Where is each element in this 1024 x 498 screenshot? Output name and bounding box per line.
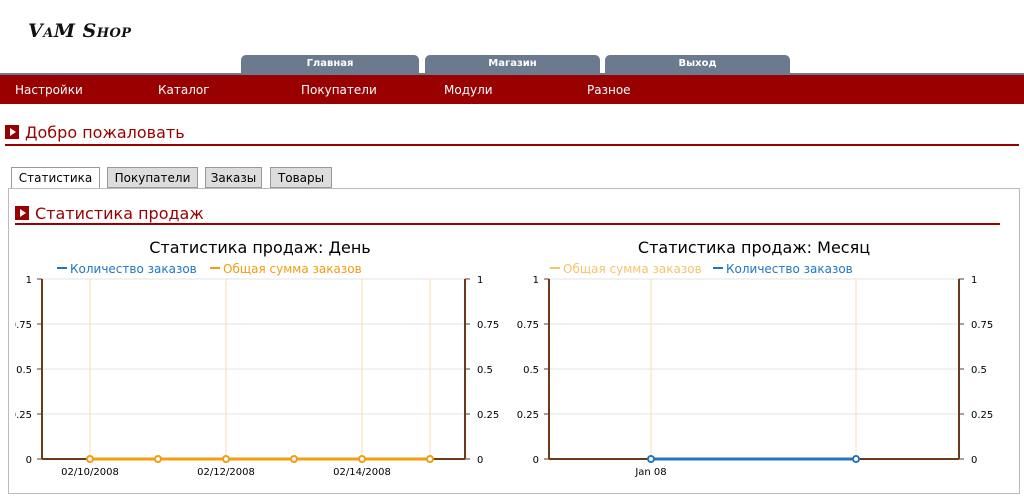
y-tick-label-right: 0.75 — [477, 320, 499, 331]
data-point — [154, 455, 162, 463]
chart-title: Статистика продаж: День — [149, 238, 370, 257]
data-point — [290, 455, 298, 463]
top-tab-shop[interactable]: Магазин — [425, 55, 600, 73]
section-heading-divider — [15, 223, 1000, 225]
y-tick-label-left: 0.5 — [16, 365, 32, 376]
legend-label: Общая сумма заказов — [563, 262, 702, 276]
y-tick-label-right: 0 — [477, 455, 483, 466]
y-tick-label-right: 0.25 — [477, 410, 499, 421]
data-point — [358, 455, 366, 463]
data-point — [852, 455, 860, 463]
y-tick-label-left: 0.75 — [15, 320, 32, 331]
y-tick-label-left: 0 — [26, 455, 32, 466]
nav-modules[interactable]: Модули — [444, 83, 493, 97]
shop-logo: VaM Shop — [28, 20, 132, 42]
legend-swatch — [550, 267, 560, 269]
x-tick-label: 02/10/2008 — [61, 467, 119, 478]
data-point — [222, 455, 230, 463]
nav-customers[interactable]: Покупатели — [301, 83, 377, 97]
page-heading-divider — [5, 144, 1019, 146]
tab-products[interactable]: Товары — [270, 167, 332, 188]
y-tick-label-left: 0.75 — [517, 320, 539, 331]
x-tick-label: 02/12/2008 — [197, 467, 255, 478]
y-tick-label-left: 0.25 — [15, 410, 32, 421]
y-tick-label-right: 0.5 — [971, 365, 987, 376]
x-tick-label: 02/14/2008 — [333, 467, 391, 478]
y-tick-label-right: 0.25 — [971, 410, 993, 421]
tab-customers[interactable]: Покупатели — [107, 167, 198, 188]
y-tick-label-left: 0.5 — [523, 365, 539, 376]
legend-label: Общая сумма заказов — [223, 262, 362, 276]
data-point — [426, 455, 434, 463]
legend-swatch — [57, 267, 67, 269]
y-tick-label-right: 1 — [477, 275, 483, 286]
top-tab-logout[interactable]: Выход — [605, 55, 790, 73]
y-tick-label-right: 0 — [971, 455, 977, 466]
page-title: Добро пожаловать — [25, 123, 185, 142]
legend-label: Количество заказов — [70, 262, 197, 276]
legend-label: Количество заказов — [726, 262, 853, 276]
legend-swatch — [713, 267, 723, 269]
chart-month: Статистика продаж: Месяц Общая сумма зака… — [517, 238, 994, 478]
x-tick-label: Jan 08 — [634, 467, 666, 478]
nav-catalog[interactable]: Каталог — [158, 83, 210, 97]
y-tick-label-right: 1 — [971, 275, 977, 286]
main-nav: Настройки Каталог Покупатели Модули Разн… — [0, 73, 1024, 104]
y-tick-label-left: 0.25 — [517, 410, 539, 421]
legend-swatch — [210, 267, 220, 269]
tab-statistics[interactable]: Статистика — [11, 167, 100, 189]
nav-misc[interactable]: Разное — [587, 83, 631, 97]
nav-settings[interactable]: Настройки — [15, 83, 83, 97]
chart-title: Статистика продаж: Месяц — [638, 238, 870, 257]
top-tab-home[interactable]: Главная — [241, 55, 419, 73]
chart-day: Статистика продаж: День Количество заказо… — [15, 238, 499, 478]
data-point — [86, 455, 94, 463]
data-point — [647, 455, 655, 463]
y-tick-label-right: 0.75 — [971, 320, 993, 331]
y-tick-label-left: 1 — [533, 275, 539, 286]
y-tick-label-left: 0 — [533, 455, 539, 466]
heading-arrow-icon — [5, 125, 19, 139]
y-tick-label-right: 0.5 — [477, 365, 493, 376]
y-tick-label-left: 1 — [26, 275, 32, 286]
section-arrow-icon — [15, 206, 29, 220]
tab-orders[interactable]: Заказы — [205, 167, 262, 188]
section-title: Статистика продаж — [35, 204, 204, 223]
